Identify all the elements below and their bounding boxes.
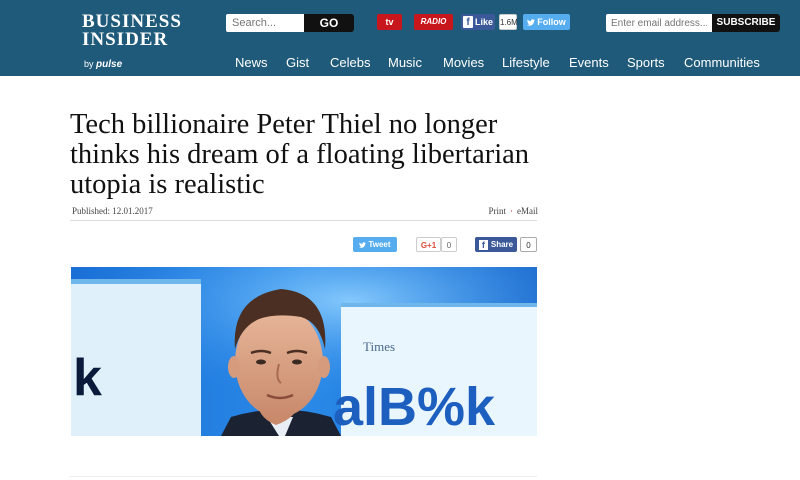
nav-item-celebs[interactable]: Celebs bbox=[330, 55, 370, 70]
facebook-share-count: 0 bbox=[520, 237, 537, 252]
facebook-like-label: Like bbox=[475, 17, 494, 27]
facebook-like-button[interactable]: f Like bbox=[461, 14, 495, 30]
google-plus-button[interactable]: G+1 bbox=[416, 237, 441, 252]
left-screen-letter: k bbox=[73, 349, 102, 407]
facebook-icon: f bbox=[463, 16, 473, 28]
twitter-bird-icon bbox=[359, 242, 367, 248]
separator-dot: · bbox=[510, 206, 513, 216]
nav-item-events[interactable]: Events bbox=[569, 55, 609, 70]
site-header: BUSINESS INSIDER by pulse GO tv RADIO fL… bbox=[0, 0, 800, 76]
hero-photo-illustration: k Times alB%k bbox=[71, 267, 537, 436]
search-form: GO bbox=[226, 14, 354, 32]
nav-item-communities[interactable]: Communities bbox=[684, 55, 760, 70]
facebook-icon: f bbox=[478, 240, 488, 250]
pulse-brand: pulse bbox=[96, 59, 123, 70]
nav-item-news[interactable]: News bbox=[235, 55, 268, 70]
article-tools: Print · eMail bbox=[488, 206, 538, 216]
facebook-share-label: Share bbox=[490, 240, 514, 249]
google-plus-count: 0 bbox=[441, 237, 457, 252]
person-left-ear bbox=[228, 356, 240, 378]
tweet-button[interactable]: Tweet bbox=[353, 237, 397, 252]
article-hero-image: k Times alB%k bbox=[71, 267, 537, 436]
twitter-follow-label: Follow bbox=[537, 17, 566, 27]
twitter-follow-button[interactable]: Follow bbox=[523, 14, 570, 30]
newsletter-form: SUBSCRIBE bbox=[606, 14, 780, 32]
bottom-divider bbox=[70, 476, 537, 477]
radio-link-button[interactable]: RADIO bbox=[414, 14, 453, 30]
right-panel-border bbox=[341, 303, 537, 307]
facebook-like-count: 1.6M bbox=[499, 14, 518, 30]
nav-item-music[interactable]: Music bbox=[388, 55, 422, 70]
nav-item-sports[interactable]: Sports bbox=[627, 55, 665, 70]
subscribe-button[interactable]: SUBSCRIBE bbox=[712, 14, 780, 32]
person-left-eye bbox=[256, 359, 266, 365]
business-insider-logo[interactable]: BUSINESS INSIDER by pulse bbox=[82, 12, 182, 70]
divider bbox=[70, 220, 537, 221]
search-input[interactable] bbox=[226, 14, 304, 32]
nav-item-lifestyle[interactable]: Lifestyle bbox=[502, 55, 550, 70]
logo-line-2: INSIDER bbox=[82, 29, 169, 50]
tweet-label: Tweet bbox=[368, 240, 391, 249]
screen-small-text: Times bbox=[363, 339, 395, 354]
logo-byline: by pulse bbox=[84, 55, 122, 74]
nav-item-gist[interactable]: Gist bbox=[286, 55, 309, 70]
facebook-share-button[interactable]: f Share bbox=[475, 237, 517, 252]
logo-by-text: by bbox=[84, 59, 94, 69]
tv-link-button[interactable]: tv bbox=[377, 14, 402, 30]
nav-item-movies[interactable]: Movies bbox=[443, 55, 484, 70]
person-right-ear bbox=[318, 356, 330, 378]
email-link[interactable]: eMail bbox=[517, 206, 538, 216]
article-title: Tech billionaire Peter Thiel no longer t… bbox=[70, 109, 530, 200]
left-panel-border bbox=[71, 279, 201, 284]
person-right-eye bbox=[292, 359, 302, 365]
published-date: Published: 12.01.2017 bbox=[72, 206, 153, 216]
twitter-bird-icon bbox=[527, 19, 536, 26]
newsletter-email-input[interactable] bbox=[606, 14, 712, 32]
search-go-button[interactable]: GO bbox=[304, 14, 354, 32]
print-link[interactable]: Print bbox=[488, 206, 506, 216]
screen-large-text: alB%k bbox=[333, 377, 496, 436]
